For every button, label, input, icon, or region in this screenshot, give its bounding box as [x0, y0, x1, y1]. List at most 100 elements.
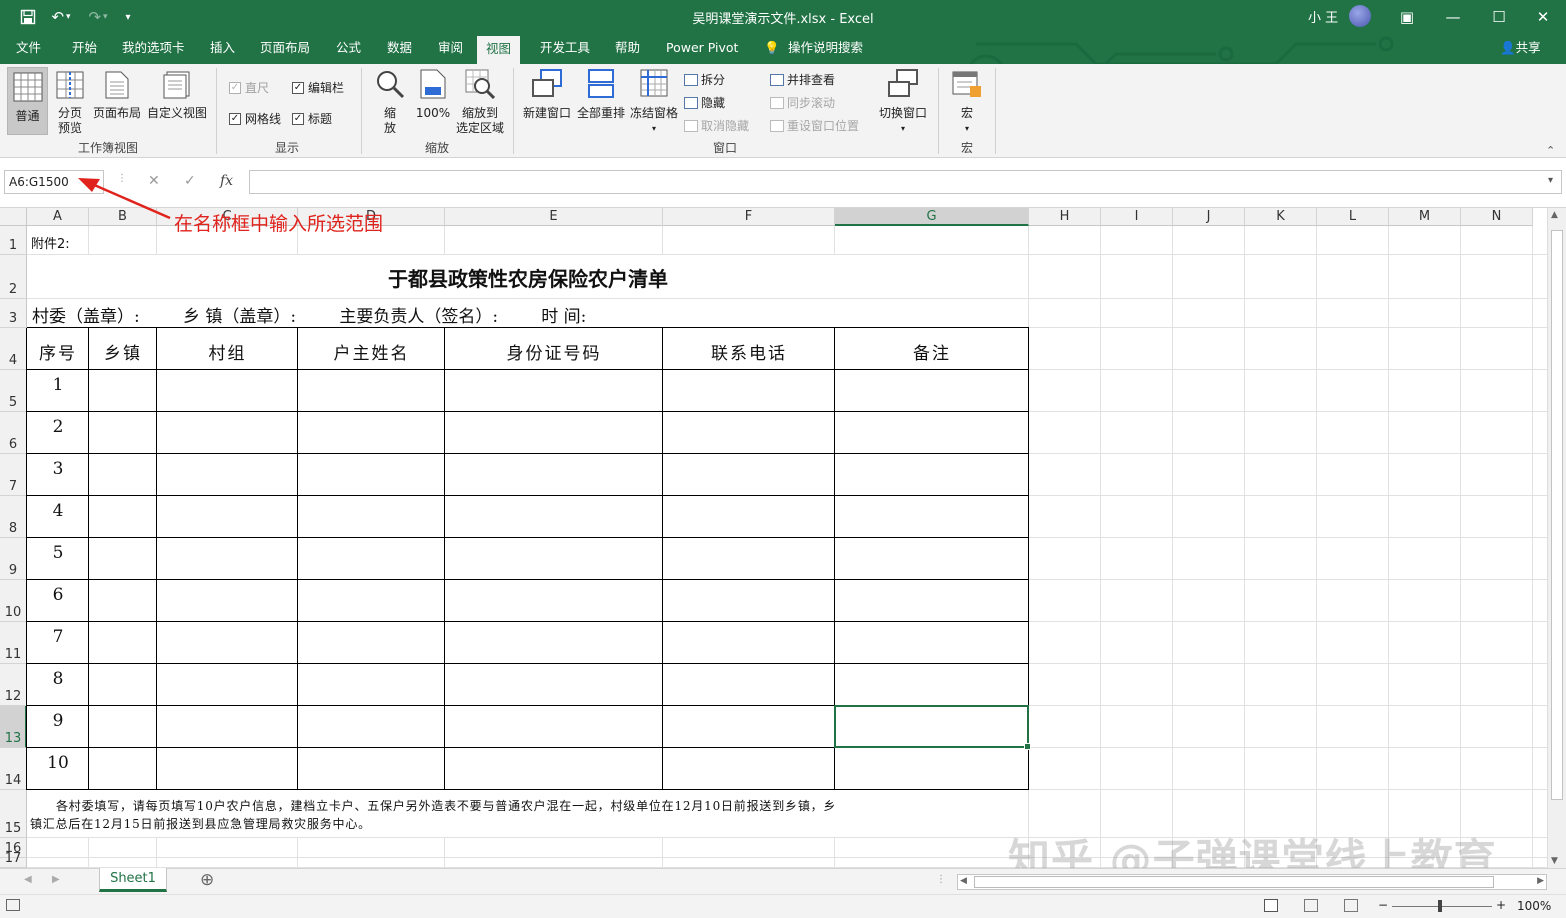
row-header[interactable]: 10: [0, 580, 27, 622]
insert-function-icon[interactable]: fx: [220, 173, 233, 189]
serial-number-cell[interactable]: 1: [27, 375, 89, 395]
zoom-out-button[interactable]: −: [1378, 898, 1388, 912]
column-header[interactable]: J: [1173, 208, 1245, 226]
tab-help[interactable]: 帮助: [615, 34, 640, 64]
note-line-1[interactable]: 各村委填写，请每页填写10户农户信息，建档立卡户、五保户另外造表不要与普通农户混…: [56, 797, 836, 814]
row-header[interactable]: 13: [0, 706, 27, 748]
serial-number-cell[interactable]: 2: [27, 417, 89, 437]
scroll-left-icon[interactable]: ◀: [960, 876, 967, 886]
ribbon-display-options-icon[interactable]: ▣: [1384, 0, 1430, 34]
serial-number-cell[interactable]: 4: [27, 501, 89, 521]
table-header-cell[interactable]: 户主姓名: [298, 339, 445, 364]
serial-number-cell[interactable]: 7: [27, 627, 89, 647]
headings-checkbox[interactable]: ✓ 标题: [292, 110, 332, 127]
gridlines-checkbox[interactable]: ✓ 网格线: [229, 110, 281, 127]
formula-bar-checkbox[interactable]: ✓ 编辑栏: [292, 79, 344, 96]
table-header-cell[interactable]: 身份证号码: [445, 339, 663, 364]
tab-home[interactable]: 开始: [72, 34, 97, 64]
column-header[interactable]: M: [1389, 208, 1461, 226]
zoom-100-button[interactable]: 100%: [414, 69, 452, 121]
user-name[interactable]: 小 王: [1308, 7, 1338, 26]
row-header[interactable]: 5: [0, 370, 27, 412]
splitter-handle-icon[interactable]: ⋮: [936, 874, 946, 885]
new-window-button[interactable]: 新建窗口: [522, 69, 572, 121]
row-header[interactable]: 9: [0, 538, 27, 580]
tab-power-pivot[interactable]: Power Pivot: [666, 34, 738, 64]
sync-scroll-button[interactable]: 同步滚动: [770, 94, 835, 111]
macro-record-icon[interactable]: [6, 899, 20, 911]
avatar[interactable]: [1349, 5, 1371, 27]
row-header[interactable]: 1: [0, 226, 27, 255]
horizontal-scroll-thumb[interactable]: [974, 876, 1494, 888]
column-header[interactable]: G: [835, 208, 1029, 226]
hide-button[interactable]: 隐藏: [684, 94, 725, 111]
share-button[interactable]: 👤共享: [1500, 34, 1541, 64]
row-header[interactable]: 6: [0, 412, 27, 454]
column-header[interactable]: N: [1461, 208, 1533, 226]
tab-page-layout[interactable]: 页面布局: [260, 34, 310, 64]
row-header[interactable]: 15: [0, 790, 27, 838]
serial-number-cell[interactable]: 8: [27, 669, 89, 689]
serial-number-cell[interactable]: 10: [27, 753, 89, 773]
minimize-button[interactable]: —: [1430, 0, 1476, 34]
column-header[interactable]: L: [1317, 208, 1389, 226]
tab-formulas[interactable]: 公式: [336, 34, 361, 64]
column-header[interactable]: F: [663, 208, 835, 226]
split-button[interactable]: 拆分: [684, 71, 725, 88]
page-layout-view-button[interactable]: 页面布局: [92, 71, 142, 121]
scroll-down-icon[interactable]: ▼: [1551, 856, 1558, 866]
custom-views-button[interactable]: 自定义视图: [146, 71, 208, 121]
select-all-corner[interactable]: [0, 208, 27, 226]
view-side-by-side-button[interactable]: 并排查看: [770, 71, 835, 88]
row-header[interactable]: 7: [0, 454, 27, 496]
row-header[interactable]: 17: [0, 851, 27, 868]
tab-view[interactable]: 视图: [477, 36, 521, 64]
tab-review[interactable]: 审阅: [438, 34, 463, 64]
row-header[interactable]: 4: [0, 328, 27, 370]
tab-insert[interactable]: 插入: [210, 34, 235, 64]
row-header[interactable]: 2: [0, 255, 27, 299]
arrange-all-button[interactable]: 全部重排: [576, 69, 626, 121]
tab-my-tab[interactable]: 我的选项卡: [122, 34, 185, 64]
page-break-status-icon[interactable]: [1344, 899, 1358, 912]
vertical-scrollbar[interactable]: ▲ ▼: [1547, 208, 1566, 868]
zoom-button[interactable]: 缩 放: [372, 69, 408, 136]
column-header[interactable]: K: [1245, 208, 1317, 226]
unhide-button[interactable]: 取消隐藏: [684, 117, 749, 134]
tab-data[interactable]: 数据: [387, 34, 412, 64]
next-sheet-icon[interactable]: ▶: [52, 874, 60, 885]
horizontal-scrollbar[interactable]: ◀ ▶: [957, 874, 1547, 890]
zoom-level[interactable]: 100%: [1517, 899, 1551, 913]
note-line-2[interactable]: 镇汇总后在12月15日前报送到县应急管理局救灾服务中心。: [30, 815, 371, 832]
switch-windows-button[interactable]: 切换窗口 ▾: [876, 69, 930, 136]
serial-number-cell[interactable]: 9: [27, 711, 89, 731]
zoom-slider-thumb[interactable]: [1438, 900, 1442, 912]
normal-view-status-icon[interactable]: [1264, 899, 1278, 912]
tab-file[interactable]: 文件: [16, 34, 41, 64]
scroll-right-icon[interactable]: ▶: [1537, 876, 1544, 886]
enter-icon[interactable]: ✓: [184, 173, 196, 189]
row-header[interactable]: 11: [0, 622, 27, 664]
zoom-to-selection-button[interactable]: 缩放到 选定区域: [454, 69, 506, 136]
active-cell-g13[interactable]: [834, 705, 1031, 750]
cell-a1[interactable]: 附件2:: [31, 233, 70, 252]
sheet-tab-sheet1[interactable]: Sheet1: [99, 868, 167, 892]
row3-signature-line[interactable]: 村委（盖章）: 乡 镇（盖章）: 主要负责人（签名）: 时 间:: [32, 302, 586, 327]
table-header-cell[interactable]: 乡镇: [89, 339, 157, 364]
prev-sheet-icon[interactable]: ◀: [24, 874, 32, 885]
vertical-scroll-thumb[interactable]: [1551, 230, 1563, 800]
scroll-up-icon[interactable]: ▲: [1551, 210, 1558, 220]
table-header-cell[interactable]: 序号: [27, 339, 89, 364]
table-header-cell[interactable]: 联系电话: [663, 339, 835, 364]
table-header-cell[interactable]: 备注: [835, 339, 1029, 364]
normal-view-button[interactable]: 普通: [7, 67, 48, 135]
close-button[interactable]: ✕: [1520, 0, 1566, 34]
reset-window-position-button[interactable]: 重设窗口位置: [770, 117, 859, 134]
zoom-in-button[interactable]: +: [1496, 898, 1506, 912]
tell-me-search[interactable]: 操作说明搜索: [788, 34, 863, 64]
row-header[interactable]: 8: [0, 496, 27, 538]
page-layout-status-icon[interactable]: [1304, 899, 1318, 912]
table-header-cell[interactable]: 村组: [157, 339, 298, 364]
ruler-checkbox[interactable]: ✓ 直尺: [229, 79, 269, 96]
add-sheet-icon[interactable]: ⊕: [200, 870, 214, 890]
